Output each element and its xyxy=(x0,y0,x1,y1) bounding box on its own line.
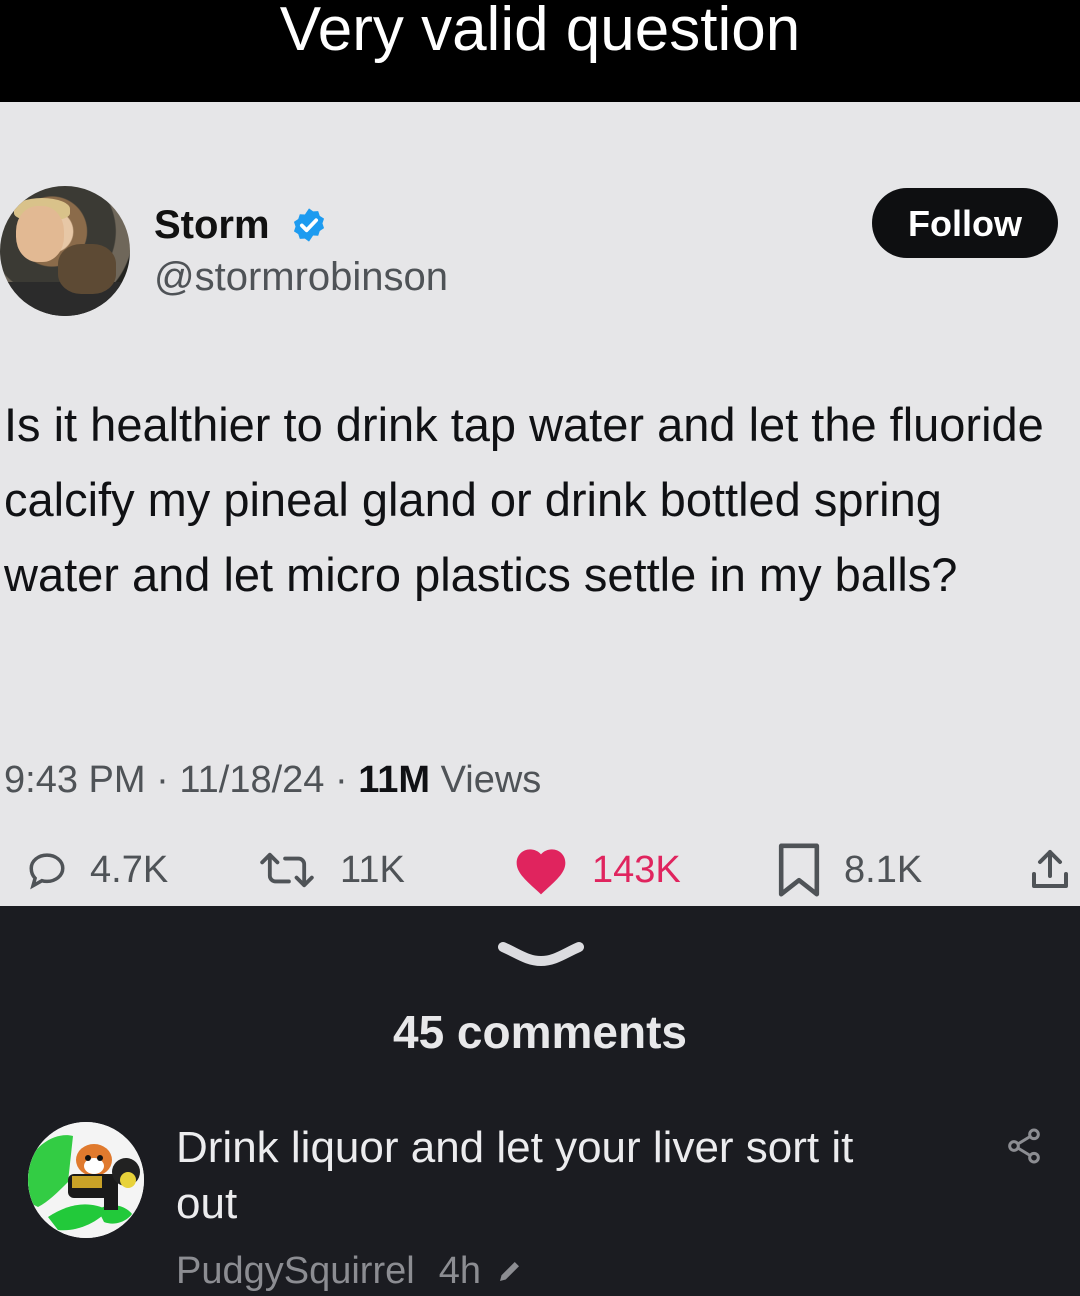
edited-pencil-icon xyxy=(499,1262,519,1281)
bookmark-icon xyxy=(778,843,820,897)
collapse-chevron-icon[interactable] xyxy=(495,938,587,970)
tweet-author-avatar[interactable] xyxy=(0,186,130,316)
repost-button[interactable]: 11K xyxy=(256,834,405,906)
comments-count-title: 45 comments xyxy=(392,1006,687,1058)
commenter-avatar[interactable] xyxy=(28,1122,144,1238)
comment-author[interactable]: PudgySquirrel xyxy=(176,1246,415,1296)
tweet-views-count: 11M xyxy=(358,759,431,801)
share-icon[interactable] xyxy=(1004,1126,1044,1166)
caption-bar: Very valid question xyxy=(0,0,1080,102)
comment-text: Drink liquor and let your liver sort it … xyxy=(176,1123,854,1228)
verified-badge-icon xyxy=(293,208,325,242)
tweet-author-handle[interactable]: @stormrobinson xyxy=(154,254,448,300)
share-upload-icon xyxy=(1032,850,1068,888)
bookmark-button[interactable]: 8.1K xyxy=(776,834,922,906)
reply-count: 4.7K xyxy=(90,848,169,891)
tweet-views-label: Views xyxy=(440,759,542,801)
heart-icon xyxy=(516,849,566,895)
like-count: 143K xyxy=(592,848,681,891)
tweet-author-name[interactable]: Storm xyxy=(154,202,270,248)
tweet-action-bar: 4.7K 11K 143K 8.1K xyxy=(0,834,1080,906)
repost-count: 11K xyxy=(340,848,405,891)
comment-meta: PudgySquirrel 4h xyxy=(176,1246,525,1296)
tweet-date: 11/18/24 xyxy=(179,759,325,801)
bookmark-count: 8.1K xyxy=(844,848,923,891)
like-button[interactable]: 143K xyxy=(512,834,681,906)
tweet-time: 9:43 PM xyxy=(4,759,146,801)
follow-button[interactable]: Follow xyxy=(872,188,1058,258)
tweet-meta: 9:43 PM · 11/18/24 · 11M Views xyxy=(4,759,542,801)
comment-age: 4h xyxy=(438,1250,481,1292)
share-tweet-button[interactable] xyxy=(1026,834,1074,906)
caption-text: Very valid question xyxy=(279,0,801,64)
tweet-card: Storm @stormrobinson Follow Is it health… xyxy=(0,102,1080,906)
reply-button[interactable]: 4.7K xyxy=(26,834,168,906)
reply-icon xyxy=(29,853,65,890)
repost-icon xyxy=(260,852,314,888)
tweet-text: Is it healthier to drink tap water and l… xyxy=(4,398,1044,601)
